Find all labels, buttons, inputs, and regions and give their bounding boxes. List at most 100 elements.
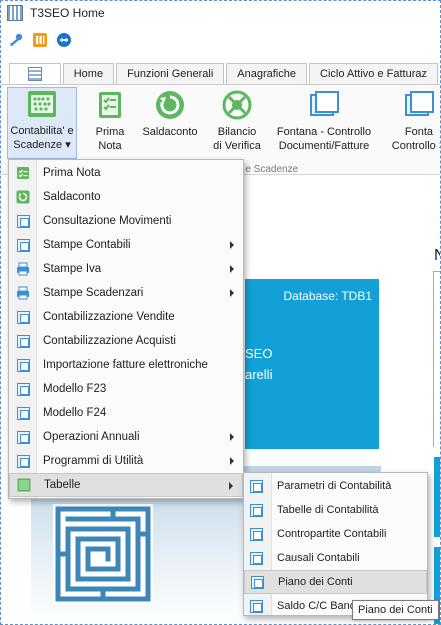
menu-item-modello-f23[interactable]: Modello F23 [9, 377, 243, 401]
app-window: T3SEO Home Home Funzioni Generali Anagra… [0, 0, 441, 625]
saldaconto-label: Saldaconto [142, 126, 198, 138]
window-icon [308, 89, 340, 121]
bookmarks-icon[interactable] [31, 31, 49, 49]
menu-item-contabilizzazione-vendite[interactable]: Contabilizzazione Vendite [9, 305, 243, 329]
submenu-item-label: Saldo C/C Banc [277, 600, 356, 612]
submenu-item-tabelle-contabilita[interactable]: Tabelle di Contabilità [244, 498, 427, 522]
remote-assistance-icon[interactable] [55, 31, 73, 49]
prima-nota-label-1: Prima [95, 126, 125, 138]
refresh-circle-icon [16, 190, 30, 204]
window-icon [16, 358, 30, 372]
menu-item-label: Stampe Iva [43, 263, 102, 275]
menu-item-stampe-iva[interactable]: Stampe Iva [9, 257, 243, 281]
submenu-item-causali-contabili[interactable]: Causali Contabili [244, 546, 427, 570]
window-icon [249, 551, 263, 565]
tooltip: Piano dei Conti [352, 600, 439, 620]
menu-item-label: Prima Nota [43, 167, 101, 179]
submenu-item-parametri-contabilita[interactable]: Parametri di Contabilità [244, 474, 427, 498]
prima-nota-label-2: Nota [98, 140, 122, 152]
saldaconto-button[interactable]: Saldaconto [137, 89, 203, 139]
submenu-arrow-icon [230, 241, 234, 249]
tab-home[interactable]: Home [62, 63, 115, 84]
menu-item-label: Saldaconto [43, 191, 101, 203]
contabilita-scadenze-button[interactable]: Contabilita' e Scadenze ▾ [7, 87, 77, 159]
table-icon [17, 478, 31, 492]
bilancio-verifica-button[interactable]: Bilancio di Verifica [209, 89, 265, 153]
submenu-arrow-icon [230, 457, 234, 465]
submenu-item-contropartite-contabili[interactable]: Contropartite Contabili [244, 522, 427, 546]
bilancio-label-1: Bilancio [217, 126, 257, 138]
window-icon [250, 575, 264, 589]
tabelle-submenu: Parametri di Contabilità Tabelle di Cont… [243, 472, 428, 616]
submenu-item-label: Tabelle di Contabilità [277, 504, 379, 516]
fontana-controllo-s-button[interactable]: Fonta Controllo S [389, 89, 440, 153]
app-menu-icon [27, 67, 42, 81]
menu-item-tabelle[interactable]: Tabelle [9, 473, 243, 497]
menu-item-label: Stampe Contabili [43, 239, 131, 251]
submenu-item-piano-dei-conti[interactable]: Piano dei Conti [244, 570, 427, 594]
maze-logo-icon [53, 504, 153, 604]
submenu-arrow-icon [230, 265, 234, 273]
window-icon [16, 238, 30, 252]
submenu-arrow-icon [229, 482, 233, 490]
background-tile-1 [434, 457, 440, 537]
menu-item-stampe-contabili[interactable]: Stampe Contabili [9, 233, 243, 257]
contabilita-label-2: Scadenze ▾ [13, 139, 71, 151]
quick-access-toolbar [1, 29, 73, 51]
menu-item-modello-f24[interactable]: Modello F24 [9, 401, 243, 425]
tab-application-menu[interactable] [9, 63, 61, 84]
submenu-item-label: Parametri di Contabilità [277, 480, 392, 492]
window-icon [249, 479, 263, 493]
menu-item-contabilizzazione-acquisti[interactable]: Contabilizzazione Acquisti [9, 329, 243, 353]
background-right-panel [433, 271, 440, 447]
checklist-icon [16, 166, 30, 180]
tab-funzioni-generali[interactable]: Funzioni Generali [116, 63, 225, 84]
refresh-circle-icon [154, 89, 186, 121]
tab-anagrafiche[interactable]: Anagrafiche [226, 63, 307, 84]
window-icon [16, 382, 30, 396]
printer-icon [16, 286, 30, 300]
menu-item-programmi-utilita[interactable]: Programmi di Utilità [9, 449, 243, 473]
window-icon [403, 89, 435, 121]
checklist-icon [94, 89, 126, 121]
menu-item-label: Consultazione Movimenti [43, 215, 172, 227]
submenu-item-label: Piano dei Conti [278, 576, 353, 588]
background-heading-letter: N [434, 247, 440, 265]
menu-item-prima-nota[interactable]: Prima Nota [9, 161, 243, 185]
menu-item-label: Modello F24 [43, 407, 107, 419]
menu-item-label: Tabelle [44, 479, 81, 491]
printer-icon [16, 262, 30, 276]
ribbon-tab-bar: Home Funzioni Generali Anagrafiche Ciclo… [1, 63, 440, 85]
submenu-arrow-icon [230, 433, 234, 441]
card-line-2: arelli [245, 367, 273, 382]
bilancio-label-2: di Verifica [213, 140, 261, 152]
fontana-label-1: Fontana - Controllo [276, 126, 372, 138]
title-bar: T3SEO Home [1, 1, 440, 25]
database-label: Database: TDB1 [283, 289, 373, 303]
menu-item-stampe-scadenzari[interactable]: Stampe Scadenzari [9, 281, 243, 305]
window-icon [16, 214, 30, 228]
app-logo-icon [7, 5, 23, 21]
balance-icon [221, 89, 253, 121]
tab-ciclo-attivo[interactable]: Ciclo Attivo e Fatturaz [309, 63, 438, 84]
fontana-controllo-button[interactable]: Fontana - Controllo Documenti/Fatture [271, 89, 377, 153]
menu-item-importazione-fatture[interactable]: Importazione fatture elettroniche [9, 353, 243, 377]
window-icon [16, 406, 30, 420]
window-icon [16, 310, 30, 324]
abacus-icon [26, 88, 58, 120]
menu-item-saldaconto[interactable]: Saldaconto [9, 185, 243, 209]
database-card: Database: TDB1 SEO arelli [245, 279, 379, 449]
menu-item-consultazione-movimenti[interactable]: Consultazione Movimenti [9, 209, 243, 233]
submenu-arrow-icon [230, 289, 234, 297]
menu-item-label: Operazioni Annuali [43, 431, 140, 443]
window-icon [249, 599, 263, 613]
prima-nota-button[interactable]: Prima Nota [87, 89, 133, 153]
menu-item-label: Importazione fatture elettroniche [43, 359, 208, 371]
menu-item-label: Contabilizzazione Acquisti [43, 335, 176, 347]
key-icon[interactable] [7, 31, 25, 49]
fontana-label-2: Documenti/Fatture [278, 140, 370, 152]
menu-item-operazioni-annuali[interactable]: Operazioni Annuali [9, 425, 243, 449]
menu-item-label: Stampe Scadenzari [43, 287, 144, 299]
menu-item-label: Contabilizzazione Vendite [43, 311, 175, 323]
card-line-1: SEO [245, 346, 273, 361]
